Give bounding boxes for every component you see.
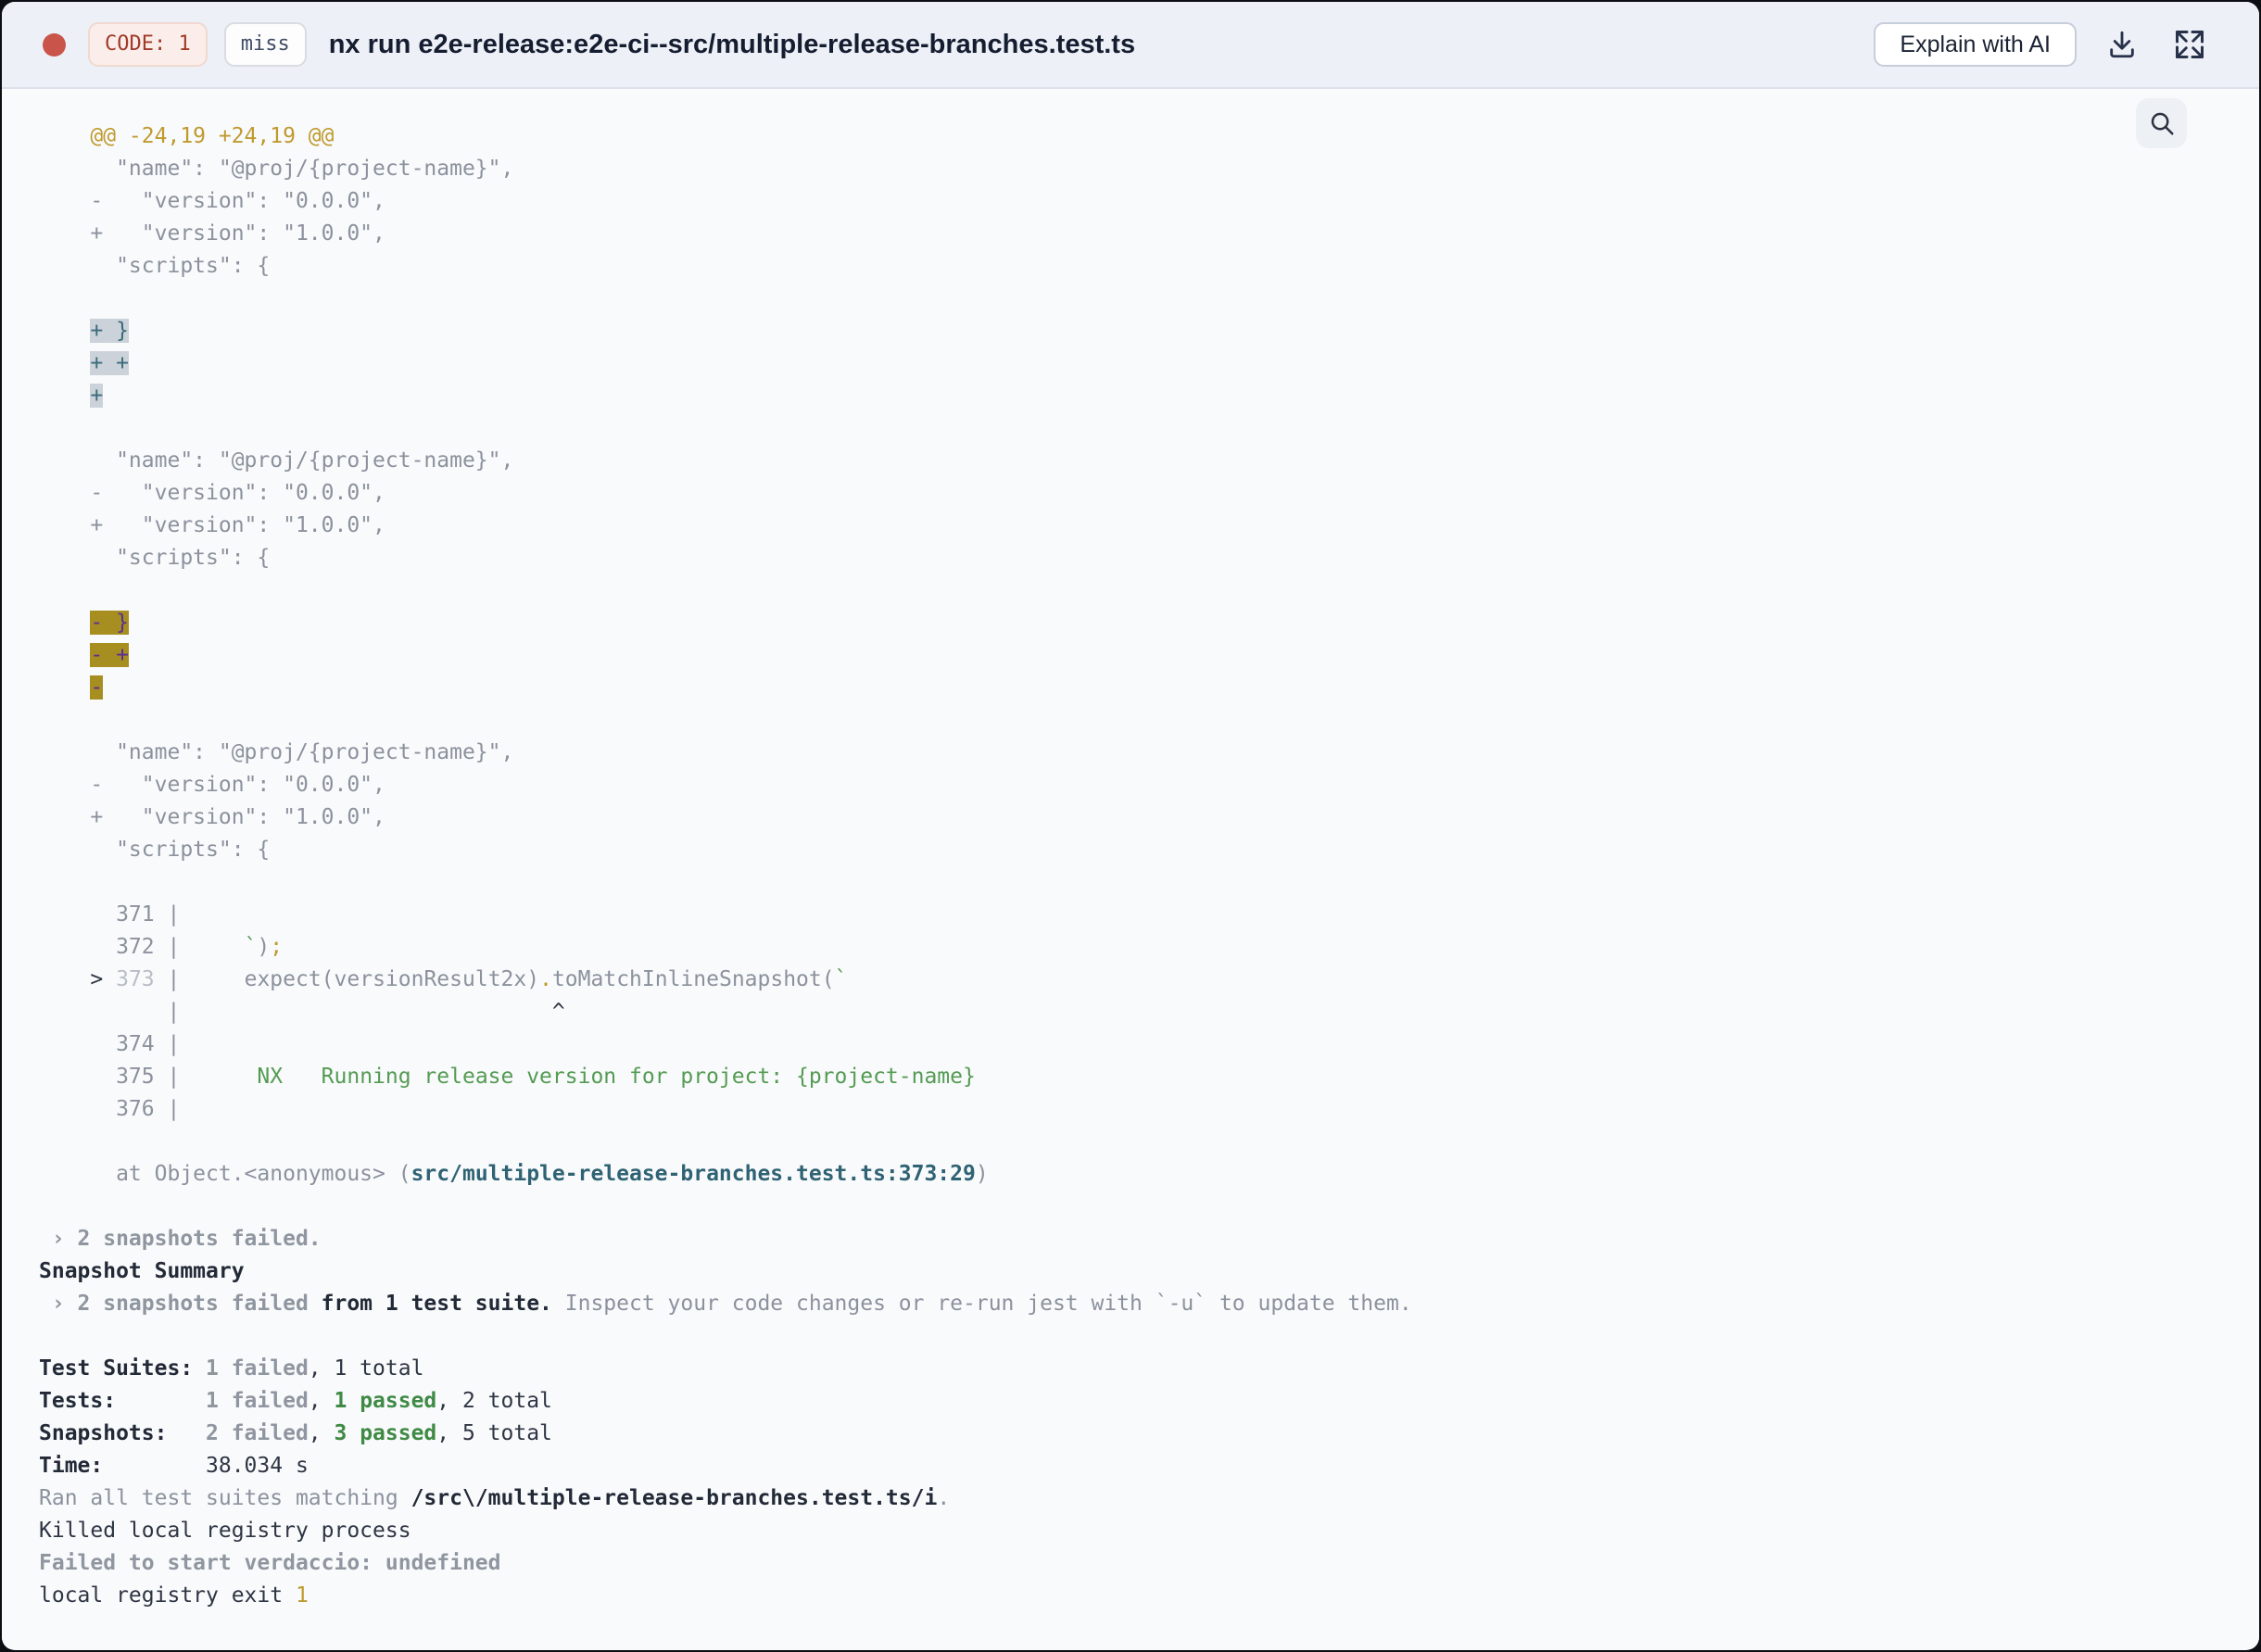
diff-removed-line: - "version": "0.0.0", bbox=[39, 189, 385, 213]
task-header: CODE: 1 miss nx run e2e-release:e2e-ci--… bbox=[2, 2, 2259, 89]
explain-with-ai-button[interactable]: Explain with AI bbox=[1874, 22, 2077, 67]
download-icon bbox=[2110, 31, 2134, 58]
diff-removed-highlight: - bbox=[90, 675, 104, 700]
diff-added-highlight: + } bbox=[90, 319, 129, 343]
download-log-button[interactable] bbox=[2106, 29, 2138, 60]
snapshot-summary-line: › 2 snapshots failed from 1 test suite. … bbox=[39, 1292, 1412, 1316]
diff-context-line: "scripts": { bbox=[39, 254, 271, 278]
cache-miss-badge: miss bbox=[223, 22, 307, 67]
tests-summary: Tests: 1 failed, 1 passed, 2 total bbox=[39, 1389, 552, 1413]
diff-added-highlight: + + bbox=[90, 351, 129, 375]
code-frame-line: 374 | bbox=[39, 1032, 181, 1056]
diff-removed-highlight: - + bbox=[90, 643, 129, 667]
diff-context-line: "name": "@proj/{project-name}", bbox=[39, 740, 514, 764]
killed-registry-line: Killed local registry process bbox=[39, 1519, 411, 1543]
diff-hunk-header: @@ -24,19 +24,19 @@ bbox=[39, 124, 335, 148]
terminal-output-panel: @@ -24,19 +24,19 @@ "name": "@proj/{proj… bbox=[2, 89, 2259, 1648]
code-frame-caret-line: | ^ bbox=[39, 1000, 565, 1024]
expand-icon bbox=[2176, 31, 2204, 58]
task-title: nx run e2e-release:e2e-ci--src/multiple-… bbox=[328, 29, 1136, 59]
search-log-button[interactable] bbox=[2136, 98, 2187, 148]
red-status-dot bbox=[43, 32, 66, 57]
search-icon bbox=[2151, 112, 2173, 135]
diff-removed-highlight: - } bbox=[90, 611, 129, 635]
task-output-window: CODE: 1 miss nx run e2e-release:e2e-ci--… bbox=[2, 2, 2259, 1650]
code-frame-line: 371 | bbox=[39, 902, 181, 927]
exit-code-line: local registry exit 1 bbox=[39, 1583, 309, 1608]
diff-context-line: "name": "@proj/{project-name}", bbox=[39, 157, 514, 181]
time-summary: Time: 38.034 s bbox=[39, 1454, 309, 1478]
diff-removed-line: - "version": "0.0.0", bbox=[39, 481, 385, 505]
code-frame-line: 375 | NX Running release version for pro… bbox=[39, 1065, 976, 1089]
diff-removed-line: - "version": "0.0.0", bbox=[39, 773, 385, 797]
code-frame-line: 372 | `); bbox=[39, 935, 284, 959]
exit-code-badge: CODE: 1 bbox=[88, 22, 208, 67]
diff-added-line: + "version": "1.0.0", bbox=[39, 221, 385, 246]
snapshots-failed-line: › 2 snapshots failed. bbox=[39, 1227, 322, 1251]
diff-context-line: "name": "@proj/{project-name}", bbox=[39, 448, 514, 473]
diff-context-line: "scripts": { bbox=[39, 838, 271, 862]
code-frame-line: 376 | bbox=[39, 1097, 181, 1121]
fullscreen-button[interactable] bbox=[2173, 28, 2206, 61]
test-suites-summary: Test Suites: 1 failed, 1 total bbox=[39, 1356, 424, 1381]
code-frame-error-line: > 373 | expect(versionResult2x).toMatchI… bbox=[90, 967, 848, 991]
diff-added-line: + "version": "1.0.0", bbox=[39, 513, 385, 537]
verdaccio-line: Failed to start verdaccio: undefined bbox=[39, 1551, 501, 1575]
snapshot-summary-heading: Snapshot Summary bbox=[39, 1259, 245, 1283]
diff-context-line: "scripts": { bbox=[39, 546, 271, 570]
stack-trace-line: at Object.<anonymous> (src/multiple-rele… bbox=[39, 1162, 989, 1186]
snapshots-summary: Snapshots: 2 failed, 3 passed, 5 total bbox=[39, 1421, 552, 1445]
diff-added-line: + "version": "1.0.0", bbox=[39, 805, 385, 829]
ran-suites-line: Ran all test suites matching /src\/multi… bbox=[39, 1486, 951, 1510]
diff-added-highlight: + bbox=[90, 384, 104, 408]
terminal-output: @@ -24,19 +24,19 @@ "name": "@proj/{proj… bbox=[39, 120, 2241, 1612]
